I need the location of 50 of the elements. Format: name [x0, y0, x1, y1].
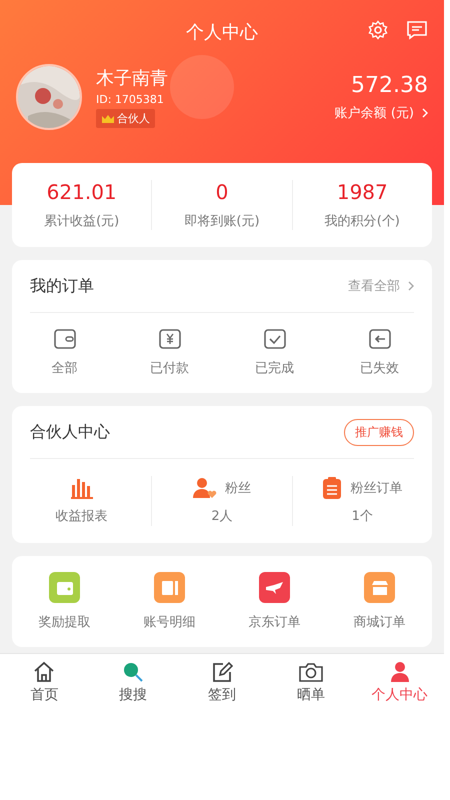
stat-value: 621.01	[46, 180, 117, 204]
settings-icon[interactable]	[368, 20, 388, 40]
page-title: 个人中心	[186, 21, 258, 44]
chevron-icon	[408, 281, 414, 291]
tab-bar-item[interactable]: 个人中心	[355, 654, 444, 710]
check-icon	[264, 329, 286, 349]
service-label[interactable]: 京东订单	[248, 613, 300, 631]
tab-bar-item[interactable]: 签到	[178, 654, 266, 710]
chevron-icon	[422, 108, 428, 118]
edit-icon	[210, 660, 233, 682]
service-label[interactable]: 奖励提取	[38, 613, 90, 631]
stat-label: 我的积分(个)	[324, 213, 400, 230]
stat-label: 即将到账(元)	[184, 213, 260, 230]
balance-amount: 572.38	[351, 72, 428, 98]
section-title: 我的订单	[30, 276, 94, 296]
clipboard-icon	[322, 477, 342, 499]
order-status-label[interactable]: 已失效	[360, 359, 399, 377]
order-status-label[interactable]: 已付款	[150, 359, 189, 377]
search-icon	[122, 660, 144, 682]
stat-value: 0	[216, 180, 228, 204]
person-icon	[388, 660, 411, 682]
yen-icon	[158, 329, 180, 349]
bar-chart-icon	[70, 477, 94, 499]
wallet-icon	[54, 329, 76, 349]
section-title: 合伙人中心	[30, 422, 110, 442]
stat-value: 1987	[336, 180, 388, 204]
partner-badge: 合伙人	[96, 109, 155, 128]
balance-label[interactable]: 账户余额 (元)	[334, 104, 414, 122]
fan-orders-label: 粉丝订单	[350, 480, 402, 497]
user-name: 木子南青	[96, 67, 169, 90]
fan-orders-count: 1个	[352, 508, 373, 525]
order-status-label[interactable]: 已完成	[255, 359, 294, 377]
user-id: ID: 1705381	[96, 93, 165, 106]
stat-label: 累计收益(元)	[44, 213, 120, 230]
message-icon[interactable]	[406, 20, 428, 40]
tab-bar-item[interactable]: 搜搜	[88, 654, 178, 710]
fans-count: 2人	[211, 508, 233, 525]
camera-icon	[298, 660, 324, 682]
service-label[interactable]: 账号明细	[144, 613, 196, 631]
fans-icon	[192, 477, 217, 499]
view-all-link[interactable]: 查看全部	[348, 277, 400, 295]
tab-bar-item[interactable]: 晒单	[266, 654, 356, 710]
fans-label: 粉丝	[224, 480, 251, 497]
tab-bar-item[interactable]: 首页	[0, 654, 89, 710]
home-icon	[33, 660, 56, 682]
promote-button[interactable]: 推广赚钱	[344, 418, 414, 446]
service-label[interactable]: 商城订单	[354, 613, 406, 631]
order-status-label[interactable]: 全部	[52, 359, 78, 377]
report-label[interactable]: 收益报表	[56, 507, 108, 525]
exit-icon	[368, 329, 390, 349]
